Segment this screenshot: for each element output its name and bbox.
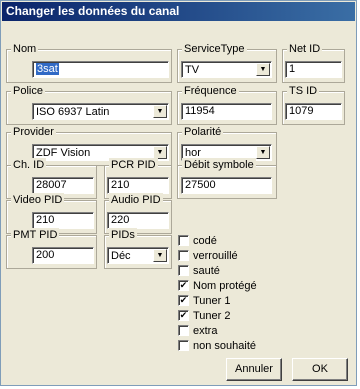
checkbox-box[interactable] bbox=[178, 264, 189, 276]
checkbox-label: Tuner 1 bbox=[193, 295, 231, 307]
checkbox-verrouille[interactable]: verrouillé bbox=[178, 249, 238, 264]
net-id-input[interactable]: 1 bbox=[285, 61, 342, 78]
ok-button[interactable]: OK bbox=[292, 358, 348, 381]
checkbox-label: sauté bbox=[193, 265, 220, 277]
chevron-down-icon[interactable]: ▼ bbox=[153, 249, 167, 262]
debit-symbole-input[interactable]: 27500 bbox=[181, 177, 272, 194]
checkbox-box[interactable]: ✔ bbox=[178, 279, 189, 291]
checkbox-label: non souhaité bbox=[193, 340, 256, 352]
nom-label: Nom bbox=[11, 42, 39, 56]
checkbox-nom-protege[interactable]: ✔ Nom protégé bbox=[178, 279, 257, 294]
checkbox-box[interactable]: ✔ bbox=[178, 294, 189, 306]
police-select[interactable]: ISO 6937 Latin ▼ bbox=[32, 103, 169, 120]
chevron-down-icon[interactable]: ▼ bbox=[153, 105, 167, 118]
pmt-pid-label: PMT PID bbox=[11, 228, 60, 242]
checkbox-box[interactable] bbox=[178, 324, 189, 336]
checkbox-tuner-1[interactable]: ✔ Tuner 1 bbox=[178, 294, 231, 309]
chevron-down-icon[interactable]: ▼ bbox=[256, 146, 270, 159]
checkbox-box[interactable]: ✔ bbox=[178, 309, 189, 321]
checkbox-label: codé bbox=[193, 235, 217, 247]
provider-label: Provider bbox=[11, 125, 56, 139]
police-label: Police bbox=[11, 84, 45, 98]
service-type-value: TV bbox=[185, 64, 200, 76]
nom-value: 3sat bbox=[36, 63, 59, 75]
checkbox-code[interactable]: codé bbox=[178, 234, 217, 249]
checkbox-box[interactable] bbox=[178, 234, 189, 246]
ts-id-label: TS ID bbox=[287, 84, 320, 98]
nom-input[interactable]: 3sat bbox=[32, 61, 169, 78]
checkbox-label: verrouillé bbox=[193, 250, 238, 262]
checkbox-box[interactable] bbox=[178, 249, 189, 261]
ts-id-input[interactable]: 1079 bbox=[285, 103, 342, 120]
dialog-title: Changer les données du canal bbox=[2, 2, 355, 21]
net-id-label: Net ID bbox=[287, 42, 323, 56]
pcr-pid-input[interactable]: 210 bbox=[107, 177, 169, 194]
channel-edit-dialog: Changer les données du canal Nom 3sat Se… bbox=[0, 0, 357, 386]
pcr-pid-label: PCR PID bbox=[109, 158, 158, 172]
service-type-label: ServiceType bbox=[182, 42, 247, 56]
debit-symbole-label: Débit symbole bbox=[182, 158, 256, 172]
checkbox-non-souhaite[interactable]: non souhaité bbox=[178, 339, 256, 354]
police-value: ISO 6937 Latin bbox=[36, 106, 110, 118]
frequence-input[interactable]: 11954 bbox=[181, 103, 272, 120]
audio-pid-label: Audio PID bbox=[109, 193, 163, 207]
cancel-button[interactable]: Annuler bbox=[226, 358, 282, 381]
frequence-label: Fréquence bbox=[182, 84, 239, 98]
pids-value: Déc bbox=[111, 250, 131, 262]
checkbox-box[interactable] bbox=[178, 339, 189, 351]
checkbox-extra[interactable]: extra bbox=[178, 324, 218, 339]
checkbox-tuner-2[interactable]: ✔ Tuner 2 bbox=[178, 309, 231, 324]
chevron-down-icon[interactable]: ▼ bbox=[256, 63, 270, 76]
pids-label: PIDs bbox=[109, 228, 137, 242]
checkbox-label: extra bbox=[193, 325, 218, 337]
video-pid-label: Video PID bbox=[11, 193, 65, 207]
checkbox-saute[interactable]: sauté bbox=[178, 264, 220, 279]
service-type-select[interactable]: TV ▼ bbox=[181, 61, 272, 78]
checkbox-label: Nom protégé bbox=[193, 280, 257, 292]
ch-id-input[interactable]: 28007 bbox=[32, 177, 94, 194]
audio-pid-input[interactable]: 220 bbox=[107, 212, 169, 229]
video-pid-input[interactable]: 210 bbox=[32, 212, 94, 229]
pids-select[interactable]: Déc ▼ bbox=[107, 247, 169, 264]
ch-id-label: Ch. ID bbox=[11, 158, 47, 172]
checkbox-label: Tuner 2 bbox=[193, 310, 231, 322]
pmt-pid-input[interactable]: 200 bbox=[32, 247, 94, 264]
polarite-label: Polarité bbox=[182, 125, 224, 139]
